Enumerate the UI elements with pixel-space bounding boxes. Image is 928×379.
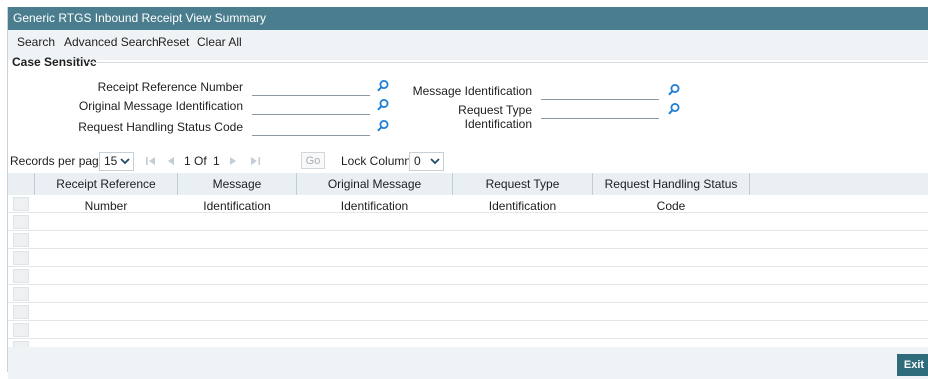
app-window: Generic RTGS Inbound Receipt View Summar… <box>7 7 928 379</box>
request-type-identification-label: Request Type Identification <box>458 103 532 131</box>
original-message-identification-label: Original Message Identification <box>78 99 243 113</box>
window-title: Generic RTGS Inbound Receipt View Summar… <box>8 7 928 30</box>
lock-columns-value: 0 <box>414 154 421 168</box>
column-header-message-identification[interactable]: Message Identification <box>178 173 297 213</box>
select-all-column[interactable] <box>8 173 35 195</box>
row-checkbox[interactable] <box>13 305 29 319</box>
records-per-page-select[interactable]: 15 <box>99 152 134 171</box>
request-type-identification-input[interactable] <box>541 102 659 119</box>
original-message-identification-input[interactable] <box>252 98 370 115</box>
column-header-original-message-identification[interactable]: Original Message Identification <box>297 173 453 213</box>
footer-bar: Exit <box>8 347 928 379</box>
records-per-page-value: 15 <box>104 154 118 168</box>
section-divider <box>88 62 928 63</box>
row-checkbox[interactable] <box>13 323 29 337</box>
row-checkbox[interactable] <box>13 251 29 265</box>
request-handling-status-code-label: Request Handling Status Code <box>78 120 243 134</box>
row-checkbox[interactable] <box>13 269 29 283</box>
column-header-receipt-reference-number[interactable]: Receipt Reference Number <box>35 173 178 213</box>
total-pages: 1 <box>213 154 220 168</box>
exit-button[interactable]: Exit <box>897 354 928 376</box>
column-header-request-handling-status-code[interactable]: Request Handling Status Code <box>593 173 750 213</box>
receipt-reference-number-label: Receipt Reference Number <box>97 80 243 94</box>
row-checkbox[interactable] <box>13 215 29 229</box>
current-page: 1 <box>184 154 191 168</box>
column-header-request-type-identification[interactable]: Request Type Identification <box>453 173 593 213</box>
advanced-search-button[interactable]: Advanced Search <box>64 30 159 54</box>
search-button[interactable]: Search <box>17 30 55 54</box>
go-button[interactable]: Go <box>301 152 325 169</box>
reset-button[interactable]: Reset <box>158 30 189 54</box>
toolbar: Search Advanced Search Reset Clear All <box>8 30 928 60</box>
results-grid-header: Receipt Reference Number Message Identif… <box>8 173 928 213</box>
table-row[interactable] <box>8 195 928 213</box>
next-page-icon[interactable] <box>227 155 239 167</box>
row-checkbox[interactable] <box>13 197 29 211</box>
chevron-down-icon <box>430 158 440 165</box>
previous-page-icon[interactable] <box>165 155 177 167</box>
table-row[interactable] <box>8 249 928 267</box>
receipt-reference-number-input[interactable] <box>252 79 370 96</box>
table-row[interactable] <box>8 213 928 231</box>
case-sensitive-label: Case Sensitive <box>12 55 97 69</box>
records-per-page-label: Records per page <box>10 154 106 168</box>
table-row[interactable] <box>8 339 928 347</box>
search-icon[interactable] <box>667 83 681 97</box>
table-row[interactable] <box>8 321 928 339</box>
last-page-icon[interactable] <box>249 155 261 167</box>
pagination-bar: Records per page 15 1 Of 1 Go Lock Colum… <box>8 149 928 173</box>
lock-columns-label: Lock Columns <box>341 154 418 168</box>
row-checkbox[interactable] <box>13 233 29 247</box>
message-identification-input[interactable] <box>541 83 659 100</box>
table-row[interactable] <box>8 231 928 249</box>
of-label: Of <box>194 154 207 168</box>
table-row[interactable] <box>8 267 928 285</box>
lock-columns-select[interactable]: 0 <box>409 152 444 171</box>
message-identification-label: Message Identification <box>412 84 532 98</box>
table-row[interactable] <box>8 285 928 303</box>
request-handling-status-code-input[interactable] <box>252 119 370 136</box>
row-checkbox[interactable] <box>13 287 29 301</box>
search-icon[interactable] <box>667 102 681 116</box>
chevron-down-icon <box>120 158 130 165</box>
clear-all-button[interactable]: Clear All <box>197 30 242 54</box>
first-page-icon[interactable] <box>145 155 157 167</box>
table-row[interactable] <box>8 303 928 321</box>
results-grid-body <box>8 195 928 347</box>
